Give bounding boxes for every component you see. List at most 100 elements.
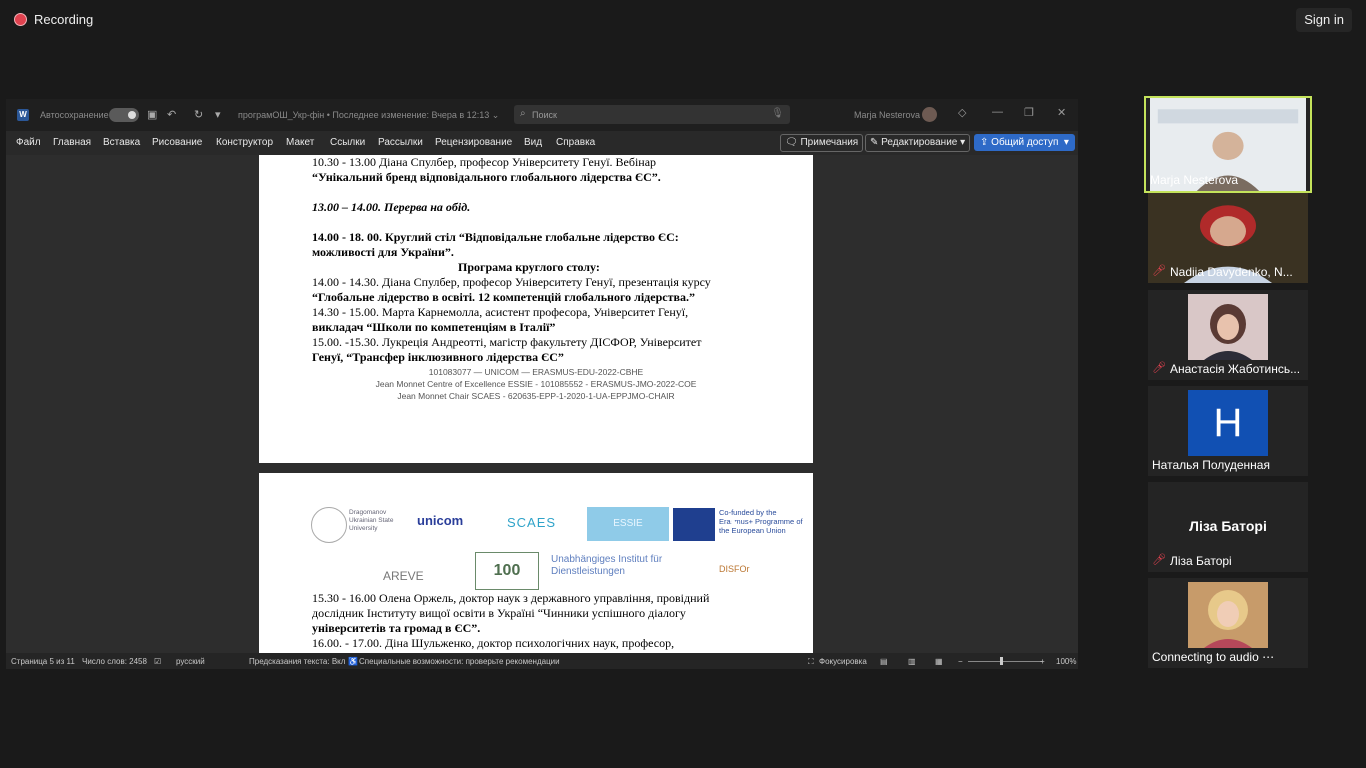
print-layout-icon[interactable]: ▥ <box>908 657 916 666</box>
tab-draw[interactable]: Рисование <box>152 137 202 148</box>
participant-display-name: Ліза Баторі <box>1189 518 1267 534</box>
participant-name: Наталья Полуденная <box>1152 458 1270 472</box>
doc-line: “Глобальне лідерство в освіті. 12 компет… <box>312 290 695 304</box>
doc-line: викладач “Школи по компетенціям в Італії… <box>312 320 556 334</box>
doc-footer-line: Jean Monnet Centre of Excellence ESSIE -… <box>375 379 697 389</box>
share-label: Общий доступ <box>991 137 1059 148</box>
participant-tile[interactable]: 🎤︎ Nadiia Davydenko, N... <box>1148 193 1308 283</box>
maximize-icon[interactable]: ❐ <box>1024 106 1034 119</box>
comment-icon: 🗨︎ <box>785 137 798 148</box>
comments-label: Примечания <box>800 137 859 148</box>
doc-line: 15.30 - 16.00 Олена Оржель, доктор наук … <box>312 591 710 605</box>
participant-tile[interactable]: Marja Nesterova <box>1144 96 1312 193</box>
unicom-logo: unicom <box>417 513 464 528</box>
word-count[interactable]: Число слов: 2458 <box>82 657 147 666</box>
autosave-label: Автосохранение <box>40 110 109 120</box>
doc-line: дослідник Інституту вищої освіти в Украї… <box>312 606 686 620</box>
user-name: Marja Nesterova <box>854 110 921 120</box>
muted-mic-icon: 🎤︎ <box>1152 362 1166 374</box>
centenary-logo: 100 <box>475 552 539 590</box>
microphone-icon[interactable]: 🎙︎ <box>771 108 784 119</box>
document-title[interactable]: програмОШ_Укр-фін • Последнее изменение:… <box>238 110 499 121</box>
participant-initial-avatar: H <box>1188 390 1268 456</box>
doc-line: університетів та громад в ЄС”. <box>312 621 481 635</box>
customize-toolbar-icon[interactable]: ▾ <box>215 108 221 121</box>
doc-line: 10.30 - 13.00 Діана Спулбер, професор Ун… <box>312 155 657 169</box>
zoom-level[interactable]: 100% <box>1056 657 1076 666</box>
word-window: W Автосохранение ▣ ↶ ↻ ▾ програмОШ_Укр-ф… <box>6 99 1078 669</box>
search-box[interactable]: ⌕ Поиск 🎙︎ <box>514 105 790 124</box>
tab-help[interactable]: Справка <box>556 137 595 148</box>
zoom-slider-thumb[interactable] <box>1000 657 1003 665</box>
doc-line: 14.00 - 18. 00. Круглий стіл “Відповідал… <box>312 230 679 244</box>
save-icon[interactable]: ▣ <box>147 108 157 121</box>
search-icon: ⌕ <box>520 108 526 119</box>
participant-name: Marja Nesterova <box>1150 173 1239 187</box>
share-button[interactable]: ⇪ Общий доступ ▾ <box>974 134 1075 151</box>
user-avatar[interactable] <box>922 107 937 122</box>
document-page-5[interactable]: 10.30 - 13.00 Діана Спулбер, професор Ун… <box>259 155 813 463</box>
tab-design[interactable]: Конструктор <box>216 137 273 148</box>
tab-home[interactable]: Главная <box>53 137 91 148</box>
tab-mailings[interactable]: Рассылки <box>378 137 423 148</box>
muted-mic-icon: 🎤︎ <box>1152 265 1166 277</box>
web-layout-icon[interactable]: ▦ <box>935 657 943 666</box>
close-icon[interactable]: ✕ <box>1057 106 1066 119</box>
institut-logo: Unabhängiges Institut für Dienstleistung… <box>551 554 663 577</box>
recording-indicator: Recording <box>14 12 93 27</box>
tab-insert[interactable]: Вставка <box>103 137 140 148</box>
zoom-slider[interactable] <box>968 661 1042 662</box>
document-canvas[interactable]: 10.30 - 13.00 Діана Спулбер, професор Ун… <box>6 155 1078 653</box>
dragomanov-seal-icon <box>311 507 347 543</box>
doc-line: Програма круглого столу: <box>458 260 600 274</box>
participant-name: Nadiia Davydenko, N... <box>1170 265 1293 279</box>
essie-logo: ESSIE <box>587 507 669 541</box>
meeting-top-bar: Recording Sign in <box>0 0 1366 40</box>
focus-icon[interactable]: ⛶ <box>808 657 814 667</box>
doc-footer-line: Jean Monnet Chair SCAES - 620635-EPP-1-2… <box>397 391 675 401</box>
doc-line: 15.00. -15.30. Лукреція Андреотті, магіс… <box>312 335 702 349</box>
doc-line: Генуї, “Трансфер інклюзивного лідерства … <box>312 350 564 364</box>
accessibility-status[interactable]: Специальные возможности: проверьте реком… <box>359 657 560 666</box>
autosave-toggle[interactable] <box>109 108 139 122</box>
tab-view[interactable]: Вид <box>524 137 542 148</box>
focus-mode[interactable]: Фокусировка <box>819 657 867 666</box>
proofing-icon[interactable]: ☑ <box>154 657 161 666</box>
scaes-logo: SCAES <box>507 515 557 530</box>
language-label[interactable]: русский <box>176 657 205 666</box>
redo-icon[interactable]: ↻ <box>194 108 203 121</box>
doc-line: 16.00. - 17.00. Діна Шульженко, доктор п… <box>312 636 675 650</box>
participant-tile[interactable]: Connecting to audio ⋯ <box>1148 578 1308 668</box>
eu-flag-icon <box>673 508 715 541</box>
comments-button[interactable]: 🗨︎ Примечания <box>780 134 864 152</box>
zoom-out-icon[interactable]: − <box>958 657 963 666</box>
text-predictions[interactable]: Предсказания текста: Вкл <box>249 657 345 666</box>
accessibility-icon[interactable]: ♿ <box>348 657 358 666</box>
word-status-bar: Страница 5 из 11 Число слов: 2458 ☑ русс… <box>6 653 1078 669</box>
tab-file[interactable]: Файл <box>16 137 41 148</box>
tab-layout[interactable]: Макет <box>286 137 314 148</box>
share-icon: ⇪ <box>980 137 989 148</box>
tab-references[interactable]: Ссылки <box>330 137 365 148</box>
undo-icon[interactable]: ↶ <box>167 108 176 121</box>
participant-tile[interactable]: H Наталья Полуденная <box>1148 386 1308 476</box>
tab-review[interactable]: Рецензирование <box>435 137 512 148</box>
minimize-icon[interactable]: — <box>992 106 1003 118</box>
participant-avatar <box>1188 582 1268 648</box>
word-logo-icon: W <box>17 109 29 121</box>
participant-tile[interactable]: Ліза Баторі 🎤︎ Ліза Баторі <box>1148 482 1308 572</box>
sign-in-button[interactable]: Sign in <box>1296 8 1352 32</box>
page-count[interactable]: Страница 5 из 11 <box>11 657 75 666</box>
recording-label: Recording <box>34 12 94 27</box>
doc-line: “Унікальний бренд відповідального глобал… <box>312 170 661 184</box>
zoom-in-icon[interactable]: + <box>1040 657 1045 666</box>
participant-avatar <box>1188 294 1268 360</box>
diamond-icon[interactable]: ◇ <box>958 106 966 119</box>
document-page-6[interactable]: Dragomanov Ukrainian State University un… <box>259 473 813 653</box>
read-mode-icon[interactable]: ▤ <box>880 657 888 666</box>
editing-label: Редактирование <box>881 137 958 148</box>
participant-name: Connecting to audio ⋯ <box>1152 650 1275 664</box>
recording-dot-icon <box>14 13 27 26</box>
participant-tile[interactable]: 🎤︎ Анастасія Жаботинсь... <box>1148 290 1308 380</box>
editing-mode-button[interactable]: ✎ Редактирование ▾ <box>865 134 971 152</box>
